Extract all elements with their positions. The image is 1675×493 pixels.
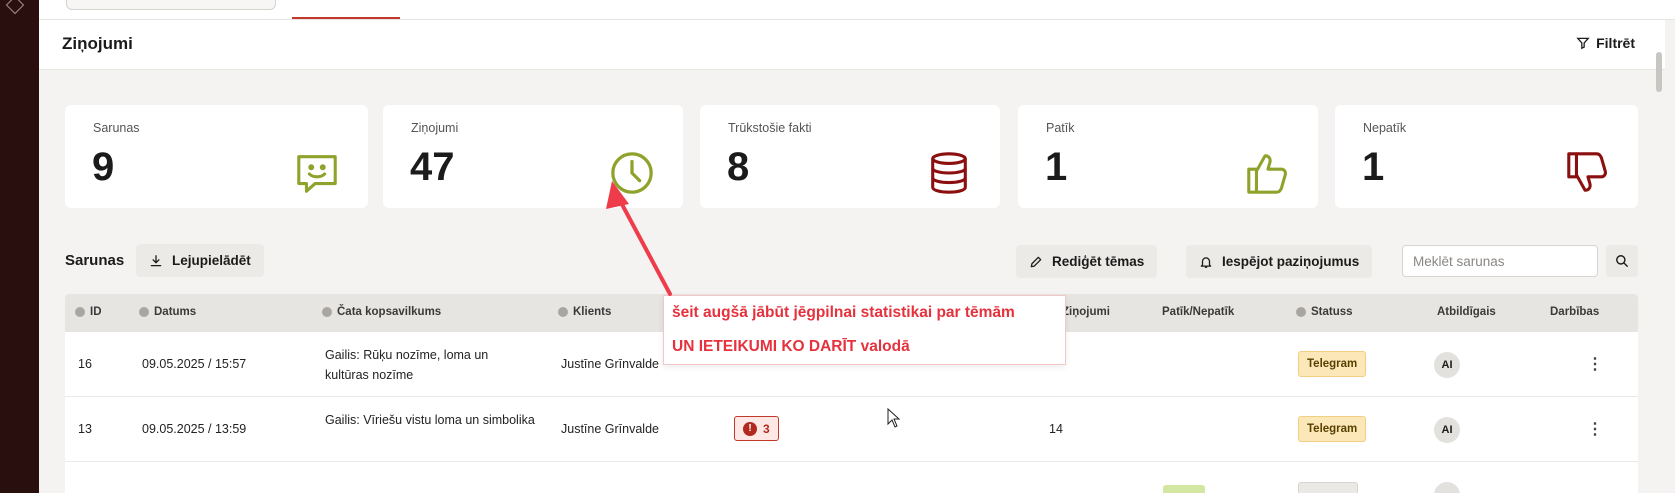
filter-icon bbox=[1576, 37, 1590, 50]
stat-value: 8 bbox=[727, 145, 750, 189]
stat-card-zinojumi: Ziņojumi 47 bbox=[383, 105, 683, 208]
missing-facts-badge[interactable]: ! 3 bbox=[734, 416, 779, 441]
status-badge: Telegram bbox=[1298, 351, 1367, 377]
avatar bbox=[1434, 482, 1460, 493]
download-icon bbox=[150, 254, 162, 266]
avatar: AI bbox=[1434, 352, 1460, 378]
filter-button[interactable]: Filtrēt bbox=[1576, 35, 1635, 51]
header-client[interactable]: Klients bbox=[558, 306, 611, 318]
table-row[interactable]: 13 09.05.2025 / 13:59 Gailis: Vīriešu vi… bbox=[65, 397, 1638, 462]
bell-icon bbox=[1200, 256, 1212, 268]
header-likes: Patīk/Nepatīk bbox=[1162, 306, 1235, 318]
stat-label: Sarunas bbox=[93, 121, 140, 135]
stat-value: 1 bbox=[1045, 145, 1068, 189]
status-badge: Telegram bbox=[1298, 416, 1367, 442]
cell-id: 13 bbox=[78, 422, 92, 436]
stat-value: 9 bbox=[92, 145, 115, 189]
header-date[interactable]: Datums bbox=[139, 306, 196, 318]
section-title: Sarunas bbox=[65, 252, 125, 269]
cell-date: 09.05.2025 / 15:57 bbox=[142, 357, 247, 371]
annotation-line-2: UN IETEIKUMI KO DARĪT valodā bbox=[672, 338, 910, 355]
download-button[interactable]: Lejupielādēt bbox=[136, 244, 264, 277]
download-label: Lejupielādēt bbox=[172, 253, 251, 268]
chat-smile-icon bbox=[297, 155, 337, 193]
stat-value: 1 bbox=[1362, 145, 1385, 189]
sort-icon bbox=[139, 307, 149, 317]
stat-card-sarunas: Sarunas 9 bbox=[65, 105, 368, 208]
page-header: Ziņojumi Filtrēt bbox=[39, 20, 1665, 70]
avatar: AI bbox=[1434, 417, 1460, 443]
table-row-partial[interactable] bbox=[65, 462, 1638, 493]
row-actions-menu-icon[interactable]: ⋮ bbox=[1587, 419, 1603, 439]
row-actions-menu-icon[interactable]: ⋮ bbox=[1587, 354, 1603, 374]
stat-label: Nepatīk bbox=[1363, 121, 1407, 135]
enable-notifications-button[interactable]: Iespējot paziņojumus bbox=[1186, 245, 1373, 278]
scrollbar[interactable] bbox=[1656, 38, 1662, 493]
stat-card-patik: Patīk 1 bbox=[1018, 105, 1318, 208]
search-icon bbox=[1616, 255, 1628, 267]
sort-icon bbox=[558, 307, 568, 317]
cell-summary: Gailis: Rūķu nozīme, loma un kultūras no… bbox=[325, 348, 489, 382]
search-input[interactable] bbox=[1402, 245, 1598, 277]
search-button[interactable] bbox=[1606, 245, 1638, 277]
edit-topics-button[interactable]: Rediģēt tēmas bbox=[1016, 245, 1158, 278]
header-id[interactable]: ID bbox=[75, 306, 102, 318]
sort-icon bbox=[75, 307, 85, 317]
stat-label: Trūkstošie fakti bbox=[728, 121, 812, 135]
pencil-icon bbox=[1030, 256, 1042, 267]
header-actions: Darbības bbox=[1550, 306, 1600, 318]
app-logo-icon[interactable] bbox=[5, 0, 25, 15]
page-title: Ziņojumi bbox=[62, 34, 133, 53]
stat-card-nepatik: Nepatīk 1 bbox=[1335, 105, 1638, 208]
thumbs-up-icon bbox=[1247, 154, 1287, 194]
header-owner: Atbildīgais bbox=[1437, 306, 1496, 318]
clock-icon bbox=[611, 152, 653, 194]
edit-topics-label: Rediģēt tēmas bbox=[1052, 254, 1145, 269]
annotation-callout: šeit augšā jābūt jēgpilnai statistikai p… bbox=[663, 295, 1066, 365]
alert-icon: ! bbox=[743, 421, 757, 436]
cell-client: Justīne Grīnvalde bbox=[561, 357, 659, 371]
enable-notifications-label: Iespējot paziņojumus bbox=[1222, 254, 1360, 269]
stat-card-trukstosie-fakti: Trūkstošie fakti 8 bbox=[700, 105, 1000, 208]
cell-summary: Gailis: Vīriešu vistu loma un simbolika bbox=[325, 413, 535, 427]
sort-icon bbox=[322, 307, 332, 317]
annotation-line-1: šeit augšā jābūt jēgpilnai statistikai p… bbox=[672, 304, 1015, 321]
active-tab-underline bbox=[292, 17, 400, 19]
thumbs-down-icon bbox=[1567, 152, 1607, 192]
stat-label: Ziņojumi bbox=[411, 121, 459, 135]
cell-id: 16 bbox=[78, 357, 92, 371]
missing-facts-count: 3 bbox=[763, 421, 770, 436]
cell-date: 09.05.2025 / 13:59 bbox=[142, 422, 247, 436]
stat-value: 47 bbox=[410, 145, 455, 189]
project-select[interactable] bbox=[66, 0, 276, 10]
stat-label: Patīk bbox=[1046, 121, 1075, 135]
cell-messages: 14 bbox=[1049, 422, 1063, 436]
database-icon bbox=[931, 152, 967, 194]
scrollbar-thumb[interactable] bbox=[1656, 52, 1662, 92]
header-status[interactable]: Statuss bbox=[1296, 306, 1353, 318]
status-badge bbox=[1298, 482, 1358, 493]
header-messages[interactable]: Ziņojumi bbox=[1062, 306, 1110, 318]
top-navigation bbox=[39, 0, 1675, 20]
sort-icon bbox=[1296, 307, 1306, 317]
filter-label: Filtrēt bbox=[1596, 35, 1635, 51]
like-badge bbox=[1163, 485, 1205, 493]
cell-client: Justīne Grīnvalde bbox=[561, 422, 659, 436]
header-summary[interactable]: Čata kopsavilkums bbox=[322, 306, 441, 318]
mouse-cursor-icon bbox=[887, 408, 901, 428]
left-sidebar-rail bbox=[0, 0, 39, 493]
